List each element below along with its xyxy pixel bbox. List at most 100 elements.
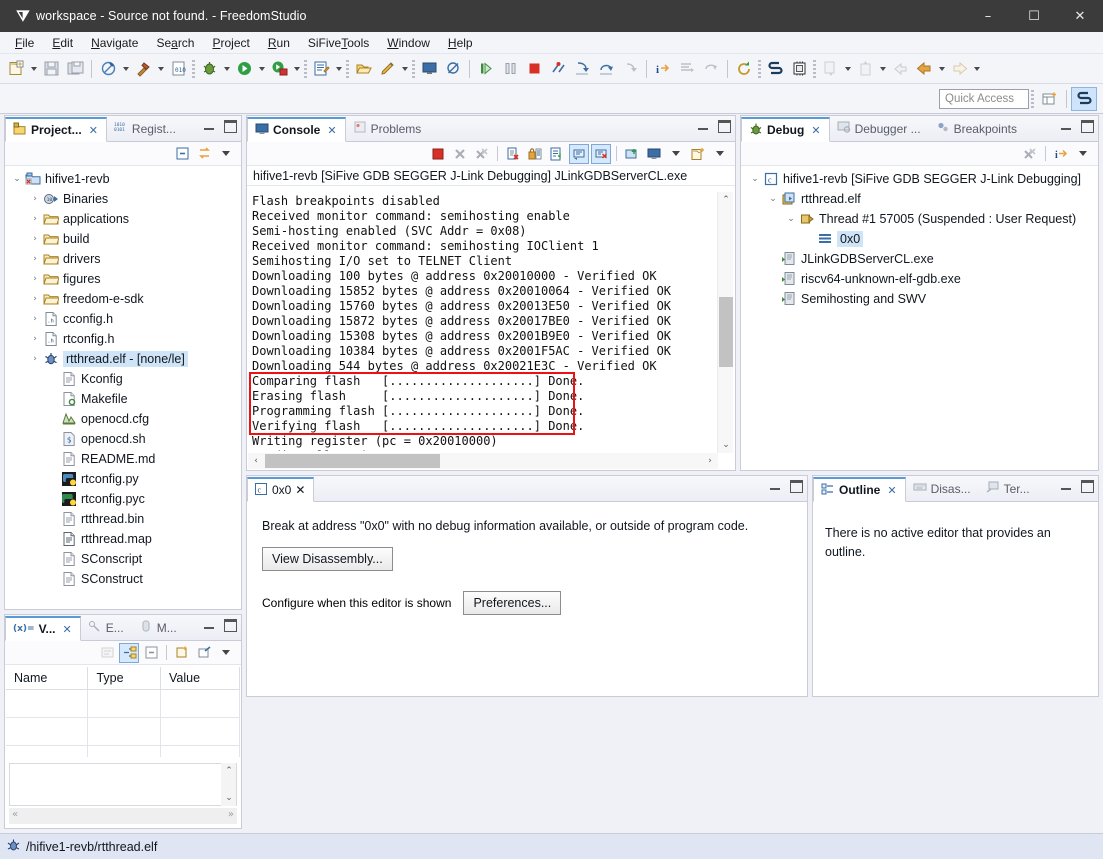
variables-vertical-scrollbar[interactable]: ⌃ ⌄ [221, 763, 236, 806]
tab-terminal[interactable]: Ter... [979, 476, 1038, 501]
tree-row[interactable]: › rtthread.elf - [none/le] [5, 349, 241, 369]
menu-search[interactable]: Search [147, 34, 203, 52]
close-button[interactable]: ✕ [1057, 0, 1103, 32]
step-over-icon[interactable] [594, 57, 618, 81]
menu-help[interactable]: Help [439, 34, 482, 52]
new-dropdown-icon[interactable] [28, 57, 39, 81]
clean-dropdown-icon[interactable] [120, 57, 131, 81]
tree-row[interactable]: SConscript [5, 549, 241, 569]
expanded-arrow-icon[interactable]: ⌄ [783, 214, 799, 224]
tree-row[interactable]: › freedom-e-sdk [5, 289, 241, 309]
terminate-icon[interactable] [428, 144, 448, 164]
debug-tree[interactable]: ⌄ c hifive1-revb [SiFive GDB SEGGER J-Link… [741, 166, 1098, 309]
variables-table[interactable]: Name Type Value [6, 667, 240, 757]
sifive-tools-icon[interactable] [763, 57, 787, 81]
open-console-icon[interactable] [688, 144, 708, 164]
scroll-left-icon[interactable]: « [12, 809, 18, 820]
minimize-button[interactable]: – [965, 0, 1011, 32]
forward-dropdown-icon[interactable] [971, 57, 982, 81]
menu-project[interactable]: Project [203, 34, 258, 52]
new-icon[interactable] [4, 57, 28, 81]
run-dropdown-icon[interactable] [256, 57, 267, 81]
pencil-search-icon[interactable] [375, 57, 399, 81]
collapsed-arrow-icon[interactable]: › [27, 214, 43, 224]
console-vertical-scrollbar[interactable]: ⌃ ⌄ [717, 192, 733, 453]
show-console-on-output-icon[interactable] [569, 143, 589, 164]
view-menu-icon[interactable] [1073, 144, 1093, 164]
collapsed-arrow-icon[interactable]: › [27, 294, 43, 304]
build-hammer-icon[interactable] [131, 57, 155, 81]
variable-detail-pane[interactable] [9, 763, 237, 806]
close-icon[interactable]: ✕ [327, 124, 336, 137]
collapsed-arrow-icon[interactable]: › [27, 354, 43, 364]
view-menu-icon[interactable] [216, 643, 236, 663]
tree-row[interactable]: › 10 Binaries [5, 189, 241, 209]
tree-row[interactable]: Semihosting and SWV [741, 289, 1098, 309]
menu-sifivetools[interactable]: SiFiveTools [299, 34, 378, 52]
chip-icon[interactable] [787, 57, 811, 81]
minimize-view-icon[interactable] [1060, 480, 1073, 493]
collapsed-arrow-icon[interactable]: › [27, 314, 43, 324]
minimize-view-icon[interactable] [697, 120, 710, 133]
collapse-all-icon[interactable] [172, 144, 192, 164]
menu-file[interactable]: File [6, 34, 43, 52]
freedomstudio-perspective-icon[interactable] [1071, 86, 1097, 111]
tab-outline[interactable]: Outline ✕ [813, 477, 906, 502]
open-console-menu-icon[interactable] [710, 144, 730, 164]
debug-bug-icon[interactable] [197, 57, 221, 81]
close-icon[interactable]: ✕ [887, 484, 896, 497]
table-row[interactable] [6, 717, 240, 746]
column-header-type[interactable]: Type [87, 667, 161, 690]
collapsed-arrow-icon[interactable]: › [27, 194, 43, 204]
run-icon[interactable] [232, 57, 256, 81]
open-perspective-icon[interactable] [1036, 87, 1062, 111]
scroll-thumb[interactable] [719, 297, 733, 367]
external-tools-dropdown-icon[interactable] [291, 57, 302, 81]
run-external-tools-icon[interactable] [267, 57, 291, 81]
tree-row[interactable]: openocd.cfg [5, 409, 241, 429]
minimize-view-icon[interactable] [1060, 120, 1073, 133]
display-selected-console-menu-icon[interactable] [666, 144, 686, 164]
scroll-lock-icon[interactable] [525, 144, 545, 164]
maximize-editor-icon[interactable] [790, 480, 803, 493]
close-icon[interactable]: ✕ [295, 483, 305, 497]
tab-project-explorer[interactable]: Project... ✕ [5, 117, 107, 142]
scroll-up-icon[interactable]: ⌃ [718, 192, 734, 208]
back-icon[interactable] [912, 57, 936, 81]
instruction-stepping-icon[interactable]: i [651, 57, 675, 81]
tree-row[interactable]: Makefile [5, 389, 241, 409]
console-horizontal-scrollbar[interactable]: ‹ › [248, 453, 718, 469]
collapsed-arrow-icon[interactable]: › [27, 334, 43, 344]
column-header-name[interactable]: Name [6, 667, 89, 690]
show-console-on-error-icon[interactable] [591, 143, 611, 164]
maximize-button[interactable]: ☐ [1011, 0, 1057, 32]
scroll-thumb[interactable] [265, 454, 440, 468]
terminate-icon[interactable] [522, 57, 546, 81]
tree-row[interactable]: $ openocd.sh [5, 429, 241, 449]
tree-row[interactable]: › figures [5, 269, 241, 289]
tree-row[interactable]: › applications [5, 209, 241, 229]
column-header-value[interactable]: Value [160, 667, 240, 690]
quick-access-input[interactable]: Quick Access [939, 88, 1029, 109]
close-icon[interactable]: ✕ [62, 623, 71, 636]
tab-variables[interactable]: (x)= V... ✕ [5, 616, 81, 641]
build-dropdown-icon[interactable] [155, 57, 166, 81]
tree-row[interactable]: ⌄ Thread #1 57005 (Suspended : User Reque… [741, 209, 1098, 229]
expanded-arrow-icon[interactable]: ⌄ [765, 194, 781, 204]
scroll-right-icon[interactable]: › [702, 453, 718, 469]
tab-debug[interactable]: Debug ✕ [741, 117, 830, 142]
annotation-prev-dropdown-icon[interactable] [877, 57, 888, 81]
expanded-arrow-icon[interactable]: ⌄ [747, 174, 763, 184]
scroll-down-icon[interactable]: ⌄ [221, 790, 237, 806]
view-menu-icon[interactable] [216, 144, 236, 164]
tab-editor-0x0[interactable]: c 0x0 ✕ [247, 477, 315, 502]
tab-registers[interactable]: 1010 0101 Regist... [107, 116, 184, 141]
table-row[interactable] [6, 689, 240, 718]
show-logical-structure-icon[interactable] [119, 642, 139, 663]
tree-row[interactable]: rtconfig.py [5, 469, 241, 489]
console-output-area[interactable]: Flash breakpoints disabled Received moni… [248, 192, 734, 469]
menu-navigate[interactable]: Navigate [82, 34, 147, 52]
tree-row[interactable]: › .h cconfig.h [5, 309, 241, 329]
project-tree[interactable]: ⌄ hifive1-revb › 10 Binaries › applications › bu… [5, 166, 241, 589]
collapse-all-icon[interactable] [141, 643, 161, 663]
